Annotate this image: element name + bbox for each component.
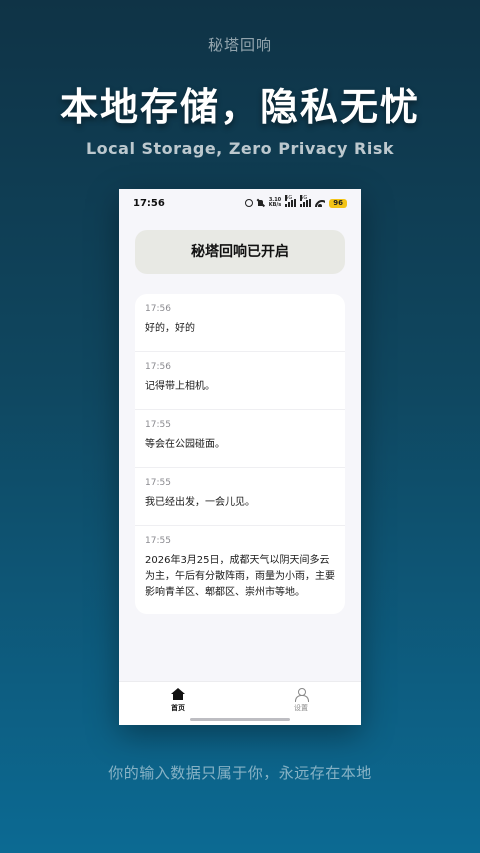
home-icon	[171, 688, 185, 700]
signal-icon-2: 5G	[300, 195, 312, 207]
phone-screenshot: 17:56 3.10 KB/s 5G 5G 96 秘塔回响已开启 17:56 好…	[119, 189, 361, 725]
message-time: 17:56	[145, 362, 171, 372]
home-indicator[interactable]	[190, 718, 290, 721]
wifi-icon	[315, 199, 325, 207]
message-text: 我已经出发，一会儿见。	[145, 497, 255, 508]
headline: 本地存储，隐私无忧	[59, 85, 420, 129]
message-time: 17:56	[145, 304, 171, 314]
message-text: 好的，好的	[145, 323, 195, 334]
message-time: 17:55	[145, 478, 171, 488]
list-item[interactable]: 17:55 2026年3月25日，成都天气以阴天间多云为主，午后有分散阵雨，雨量…	[135, 526, 345, 614]
network-speed-unit: KB/s	[268, 202, 282, 208]
tab-home-label: 首页	[171, 704, 185, 712]
subheadline: Local Storage, Zero Privacy Risk	[85, 139, 394, 158]
list-item[interactable]: 17:55 等会在公园碰面。	[135, 410, 345, 468]
user-icon	[294, 688, 309, 702]
mute-icon	[257, 199, 265, 207]
list-item[interactable]: 17:56 记得带上相机。	[135, 352, 345, 410]
message-list: 17:56 好的，好的 17:56 记得带上相机。 17:55 等会在公园碰面。…	[135, 294, 345, 614]
message-text: 记得带上相机。	[145, 381, 215, 392]
message-text: 等会在公园碰面。	[145, 439, 225, 450]
list-item[interactable]: 17:56 好的，好的	[135, 294, 345, 352]
status-time: 17:56	[133, 198, 165, 209]
status-bar: 17:56 3.10 KB/s 5G 5G 96	[119, 189, 361, 217]
signal-icon: 5G	[285, 195, 297, 207]
message-time: 17:55	[145, 536, 171, 546]
brand-name: 秘塔回响	[207, 36, 272, 54]
message-text: 2026年3月25日，成都天气以阴天间多云为主，午后有分散阵雨，雨量为小雨，主要…	[145, 555, 335, 598]
network-type-label-2: 5G	[300, 195, 308, 201]
message-time: 17:55	[145, 420, 171, 430]
status-icons: 3.10 KB/s 5G 5G 96	[244, 195, 347, 208]
alarm-icon	[244, 199, 253, 207]
network-type-label: 5G	[285, 195, 293, 201]
tab-settings[interactable]: 设置	[271, 688, 331, 713]
battery-indicator: 96	[329, 198, 347, 208]
network-speed: 3.10 KB/s	[269, 198, 282, 208]
tab-home[interactable]: 首页	[148, 688, 208, 713]
tab-settings-label: 设置	[294, 704, 308, 712]
tagline: 你的输入数据只属于你，永远存在本地	[108, 764, 372, 782]
list-item[interactable]: 17:55 我已经出发，一会儿见。	[135, 468, 345, 526]
service-status-banner[interactable]: 秘塔回响已开启	[135, 230, 345, 274]
